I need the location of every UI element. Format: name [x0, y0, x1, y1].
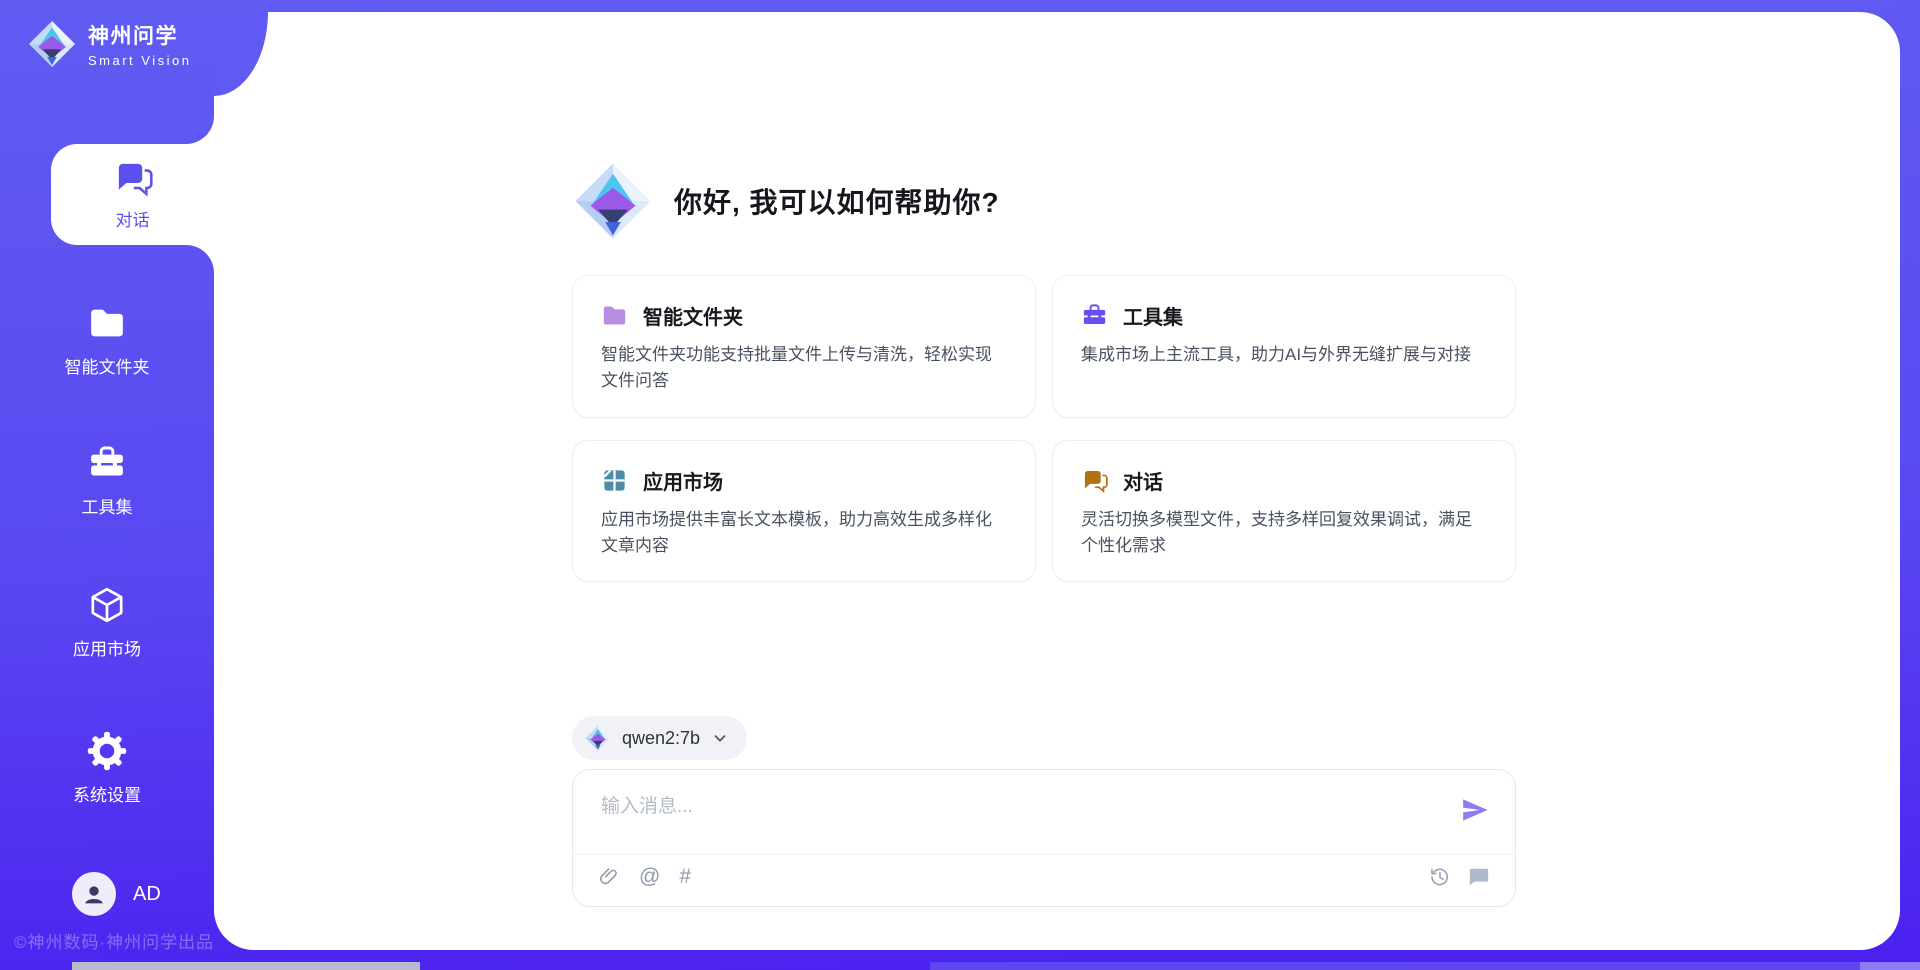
brand: 神州问学 Smart Vision [28, 20, 191, 68]
person-icon [80, 880, 108, 908]
message-composer: @ # [572, 769, 1516, 907]
hash-icon[interactable]: # [679, 866, 691, 888]
gear-icon [87, 731, 127, 771]
bottom-edge-strip [72, 962, 420, 970]
model-diamond-logo-icon [585, 725, 611, 751]
sidebar-item-label: 智能文件夹 [65, 353, 150, 378]
cube-icon [87, 585, 127, 625]
card-smart-folder[interactable]: 智能文件夹 智能文件夹功能支持批量文件上传与清洗，轻松实现文件问答 [572, 275, 1036, 418]
card-title: 应用市场 [643, 466, 723, 495]
card-title: 工具集 [1123, 301, 1183, 330]
card-description: 集成市场上主流工具，助力AI与外界无缝扩展与对接 [1081, 342, 1487, 368]
greeting-text: 你好, 我可以如何帮助你? [674, 181, 1000, 221]
card-description: 智能文件夹功能支持批量文件上传与清洗，轻松实现文件问答 [601, 342, 1007, 395]
sidebar-item-smart-folder[interactable]: 智能文件夹 [0, 303, 214, 378]
toolbox-icon [87, 443, 127, 483]
sidebar-item-chat[interactable]: 对话 [51, 144, 214, 245]
card-title: 对话 [1123, 466, 1163, 495]
sidebar-item-label: 工具集 [82, 493, 133, 518]
sidebar-item-label: 应用市场 [73, 635, 141, 660]
chat-icon [113, 158, 153, 198]
avatar [72, 872, 116, 916]
at-icon[interactable]: @ [639, 866, 660, 888]
brand-subtitle: Smart Vision [88, 53, 191, 68]
card-description: 灵活切换多模型文件，支持多样回复效果调试，满足个性化需求 [1081, 507, 1487, 560]
user-name: AD [133, 883, 161, 906]
model-name: qwen2:7b [622, 728, 700, 749]
send-button[interactable] [1460, 795, 1490, 825]
sidebar-item-settings[interactable]: 系统设置 [0, 731, 214, 806]
sidebar-item-label: 系统设置 [73, 781, 141, 806]
chat-icon [1081, 467, 1108, 494]
paper-plane-icon [1460, 795, 1490, 825]
message-input[interactable] [599, 786, 1429, 828]
sidebar-item-app-market[interactable]: 应用市场 [0, 585, 214, 660]
bottom-edge-strip [1860, 962, 1920, 970]
card-header: 工具集 [1081, 301, 1487, 330]
tab-top-fillet [186, 116, 214, 144]
brand-diamond-logo-icon [28, 20, 76, 68]
brand-text: 神州问学 Smart Vision [88, 20, 191, 68]
toolbox-icon [1081, 302, 1108, 329]
card-header: 智能文件夹 [601, 301, 1007, 330]
tab-bottom-fillet [186, 245, 214, 273]
card-description: 应用市场提供丰富长文本模板，助力高效生成多样化文章内容 [601, 507, 1007, 560]
folder-icon [87, 303, 127, 343]
composer-tools-left: @ # [598, 866, 691, 888]
chevron-down-icon [711, 729, 729, 747]
paperclip-icon[interactable] [598, 866, 620, 888]
card-app-market[interactable]: 应用市场 应用市场提供丰富长文本模板，助力高效生成多样化文章内容 [572, 440, 1036, 583]
card-chat[interactable]: 对话 灵活切换多模型文件，支持多样回复效果调试，满足个性化需求 [1052, 440, 1516, 583]
composer-tools-right [1429, 866, 1490, 888]
sidebar-item-label: 对话 [116, 206, 150, 231]
folder-icon [601, 302, 628, 329]
card-toolset[interactable]: 工具集 集成市场上主流工具，助力AI与外界无缝扩展与对接 [1052, 275, 1516, 418]
greeting-diamond-logo-icon [574, 160, 652, 242]
copyright-footer: ©神州数码·神州问学出品 [14, 928, 214, 953]
history-icon[interactable] [1429, 866, 1451, 888]
market-grid-icon [601, 467, 628, 494]
feature-cards: 智能文件夹 智能文件夹功能支持批量文件上传与清洗，轻松实现文件问答 工具集 集成… [572, 275, 1516, 582]
card-title: 智能文件夹 [643, 301, 743, 330]
sidebar-item-toolset[interactable]: 工具集 [0, 443, 214, 518]
comment-icon[interactable] [1468, 866, 1490, 888]
card-header: 应用市场 [601, 466, 1007, 495]
card-header: 对话 [1081, 466, 1487, 495]
composer-divider [574, 854, 1514, 855]
bottom-edge-strip [930, 962, 1860, 970]
model-selector[interactable]: qwen2:7b [572, 716, 747, 760]
greeting: 你好, 我可以如何帮助你? [574, 160, 1000, 242]
brand-name: 神州问学 [88, 20, 191, 50]
user-account[interactable]: AD [72, 872, 161, 916]
app-root: 神州问学 Smart Vision 对话 智能文件夹 工具集 应用市场 系统设置… [0, 0, 1920, 970]
